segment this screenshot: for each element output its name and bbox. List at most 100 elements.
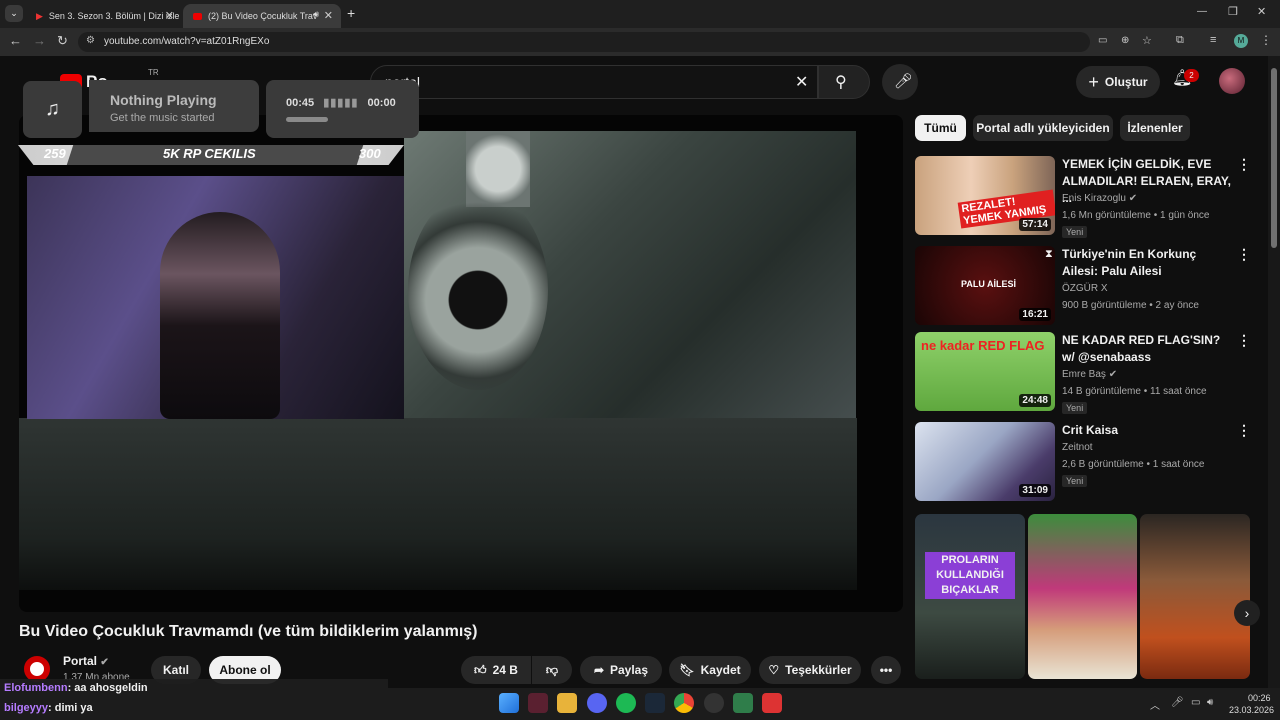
youtube-favicon-icon (193, 12, 202, 20)
duration-badge: 16:21 (1019, 308, 1051, 321)
recommendation-title: Türkiye'nin En Korkunç Ailesi: Palu Aile… (1062, 247, 1197, 278)
new-tab-button[interactable]: + (347, 5, 355, 21)
video-thumbnail[interactable]: 31:09 (915, 422, 1055, 501)
bookmark-star-icon[interactable]: ☆ (1142, 34, 1152, 47)
cast-icon[interactable]: ▭ (1098, 35, 1107, 46)
folder-icon[interactable] (557, 693, 577, 713)
recommended-video[interactable]: REZALET! YEMEK YANMIŞ 57:14 YEMEK İÇİN G… (915, 156, 1260, 238)
close-window-icon[interactable]: ✕ (1257, 5, 1266, 18)
browser-tab-2[interactable]: (2) Bu Video Çocukluk Trav 🔊︎ ✕ (183, 4, 341, 28)
recommendation-meta: 900 B görüntüleme • 2 ay önce (1062, 300, 1199, 311)
forward-icon[interactable]: → (33, 33, 46, 48)
restore-icon[interactable]: ❐ (1228, 5, 1238, 18)
recommendation-channel: Enis Kirazoglu ✔ (1062, 193, 1137, 204)
duration-badge: 31:09 (1019, 484, 1051, 497)
extensions-icon[interactable]: ⧉ (1176, 34, 1184, 47)
new-badge: Yeni (1062, 475, 1088, 487)
recommended-video[interactable]: 31:09 Crit Kaisa Zeitnot 2,6 B görüntüle… (915, 422, 1260, 504)
more-horizontal-icon: ••• (879, 663, 893, 677)
obs-icon[interactable] (704, 693, 724, 713)
dislike-button[interactable]: 👎︎ (532, 656, 572, 684)
music-title: Nothing Playing (110, 92, 217, 108)
back-icon[interactable]: ← (9, 33, 22, 48)
tab-search-button[interactable]: ⌄ (5, 5, 23, 22)
next-arrow-icon[interactable]: › (1234, 600, 1260, 626)
chrome-icon[interactable] (674, 693, 694, 713)
browser-tab-1[interactable]: ▶ Sen 3. Sezon 3. Bölüm | Dizi izle ✕ (26, 4, 182, 28)
save-label: Kaydet (700, 663, 741, 677)
spotify-icon[interactable] (616, 693, 636, 713)
start-icon[interactable] (499, 693, 519, 713)
giveaway-target: 300 (359, 146, 381, 161)
share-button[interactable]: ➦ Paylaş (580, 656, 662, 684)
recommendation-channel: Zeitnot (1062, 442, 1093, 453)
more-vertical-icon[interactable]: ⋮ (1237, 422, 1251, 439)
video-thumbnail[interactable]: PALU AİLESİ 16:21 (915, 246, 1055, 325)
search-input[interactable]: portal ✕ (370, 65, 818, 99)
short-thumbnail[interactable]: PROLARIN KULLANDIĞI BIÇAKLAR (915, 514, 1025, 679)
app-icon[interactable] (733, 693, 753, 713)
close-icon[interactable]: ✕ (165, 9, 174, 22)
channel-name-text: Portal (63, 654, 98, 668)
tab-title: Sen 3. Sezon 3. Bölüm | Dizi izle (48, 11, 180, 21)
recommendation-title: Crit Kaisa (1062, 423, 1119, 437)
streamer-figure (160, 212, 280, 419)
close-icon[interactable]: ✕ (324, 9, 333, 22)
riot-icon[interactable] (762, 693, 782, 713)
app-icon[interactable] (528, 693, 548, 713)
short-thumbnail[interactable] (1028, 514, 1137, 679)
short-thumbnail[interactable] (1140, 514, 1250, 679)
volume-icon[interactable]: 🔊︎ (1207, 697, 1213, 708)
recommendation-channel: Emre Baş ✔ (1062, 369, 1117, 380)
reading-list-icon[interactable]: ≡ (1210, 34, 1216, 46)
address-bar[interactable]: ⚙︎ youtube.com/watch?v=atZ01RngEXo ▭ ⊕ ☆ (78, 32, 1152, 52)
chip-all[interactable]: Tümü (915, 115, 966, 141)
thumbs-up-icon: 👍︎ (474, 662, 487, 677)
music-current-time: 00:45 (286, 97, 315, 109)
share-icon: ➦ (593, 663, 604, 677)
profile-avatar[interactable]: M (1234, 34, 1248, 48)
reload-icon[interactable]: ↻ (57, 33, 68, 49)
save-button[interactable]: 🔖︎ Kaydet (669, 656, 751, 684)
bookmark-icon: 🔖︎ (679, 663, 695, 677)
giveaway-current: 259 (44, 146, 66, 161)
like-button[interactable]: 👍︎ 24 B (461, 656, 531, 684)
thanks-button[interactable]: ♡ Teşekkürler (759, 656, 861, 684)
more-vertical-icon[interactable]: ⋮ (1237, 332, 1251, 349)
channel-name[interactable]: Portal ✔ (63, 654, 109, 668)
search-button[interactable]: ⚲ (818, 65, 870, 99)
chip-watched[interactable]: İzlenenler (1120, 115, 1190, 141)
recommended-video[interactable]: PALU AİLESİ 16:21 Türkiye'nin En Korkunç… (915, 246, 1260, 328)
more-vertical-icon[interactable]: ⋮ (1237, 246, 1251, 263)
verified-icon: ✔ (1128, 193, 1138, 204)
steam-icon[interactable] (645, 693, 665, 713)
account-avatar[interactable] (1219, 68, 1245, 94)
chat-user: bilgeyyy (4, 702, 49, 714)
scrollbar-thumb[interactable] (1271, 68, 1277, 248)
network-icon[interactable]: ▭ (1191, 697, 1200, 708)
create-button[interactable]: + Oluştur (1076, 66, 1160, 98)
os-taskbar (388, 688, 1280, 720)
recommended-video[interactable]: ne kadar RED FLAG 24:48 NE KADAR RED FLA… (915, 332, 1260, 414)
video-thumbnail[interactable]: REZALET! YEMEK YANMIŞ 57:14 (915, 156, 1055, 235)
video-thumbnail[interactable]: ne kadar RED FLAG 24:48 (915, 332, 1055, 411)
more-vertical-icon[interactable]: ⋮ (1237, 156, 1251, 173)
audio-icon[interactable]: 🔊︎ (313, 9, 319, 20)
more-actions-button[interactable]: ••• (871, 656, 901, 684)
discord-icon[interactable] (587, 693, 607, 713)
tray-chevron-icon[interactable]: ︿ (1150, 697, 1160, 712)
chip-label: Portal adlı yükleyiciden (976, 121, 1110, 135)
new-badge: Yeni (1062, 226, 1088, 238)
mic-tray-icon[interactable]: 🎤︎ (1171, 697, 1184, 708)
hourglass-icon: ⧗ (1045, 248, 1053, 260)
zoom-icon[interactable]: ⊕ (1121, 35, 1129, 46)
minimize-icon[interactable]: — (1197, 6, 1207, 17)
chat-text: : aa ahosgeldin (67, 682, 148, 694)
chip-from-uploader[interactable]: Portal adlı yükleyiciden (973, 115, 1113, 141)
site-info-icon[interactable]: ⚙︎ (86, 35, 95, 46)
chat-user: Elofumbenn (4, 682, 68, 694)
voice-search-button[interactable]: 🎤︎ (882, 64, 918, 100)
clear-search-icon[interactable]: ✕ (795, 72, 808, 92)
browser-menu-icon[interactable]: ⋮ (1260, 33, 1272, 47)
thanks-icon: ♡ (768, 663, 780, 677)
